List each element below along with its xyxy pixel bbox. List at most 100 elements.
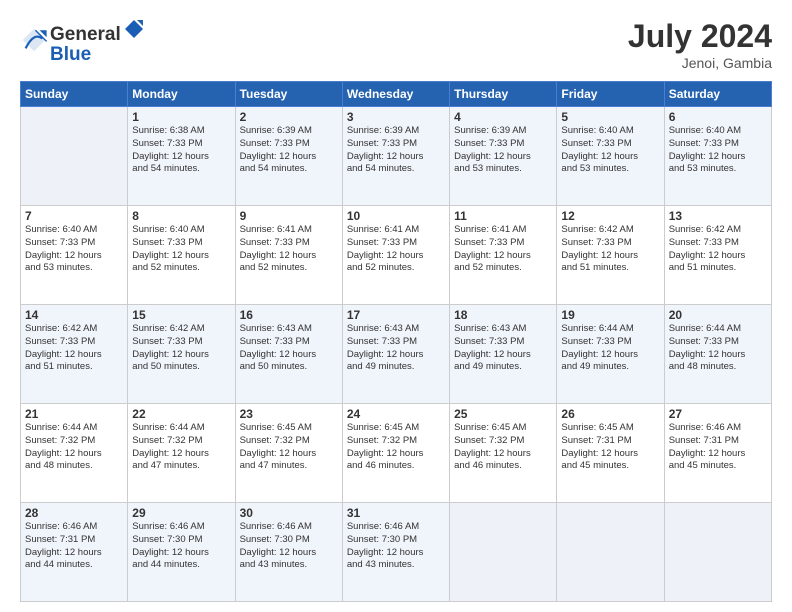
day-info: Sunrise: 6:40 AMSunset: 7:33 PMDaylight:… <box>25 224 123 275</box>
calendar-cell: 14Sunrise: 6:42 AMSunset: 7:33 PMDayligh… <box>21 305 128 404</box>
day-number: 13 <box>669 209 767 223</box>
weekday-monday: Monday <box>128 82 235 107</box>
month-year: July 2024 <box>628 18 772 55</box>
calendar-cell: 25Sunrise: 6:45 AMSunset: 7:32 PMDayligh… <box>450 404 557 503</box>
day-info: Sunrise: 6:41 AMSunset: 7:33 PMDaylight:… <box>240 224 338 275</box>
day-info: Sunrise: 6:43 AMSunset: 7:33 PMDaylight:… <box>347 323 445 374</box>
calendar-week-4: 21Sunrise: 6:44 AMSunset: 7:32 PMDayligh… <box>21 404 772 503</box>
day-info: Sunrise: 6:40 AMSunset: 7:33 PMDaylight:… <box>132 224 230 275</box>
day-number: 24 <box>347 407 445 421</box>
calendar-cell: 21Sunrise: 6:44 AMSunset: 7:32 PMDayligh… <box>21 404 128 503</box>
day-info: Sunrise: 6:44 AMSunset: 7:32 PMDaylight:… <box>25 422 123 473</box>
weekday-friday: Friday <box>557 82 664 107</box>
weekday-thursday: Thursday <box>450 82 557 107</box>
calendar-cell: 22Sunrise: 6:44 AMSunset: 7:32 PMDayligh… <box>128 404 235 503</box>
day-info: Sunrise: 6:45 AMSunset: 7:32 PMDaylight:… <box>347 422 445 473</box>
calendar-table: SundayMondayTuesdayWednesdayThursdayFrid… <box>20 81 772 602</box>
calendar-cell: 19Sunrise: 6:44 AMSunset: 7:33 PMDayligh… <box>557 305 664 404</box>
day-number: 15 <box>132 308 230 322</box>
day-info: Sunrise: 6:42 AMSunset: 7:33 PMDaylight:… <box>132 323 230 374</box>
calendar-cell: 27Sunrise: 6:46 AMSunset: 7:31 PMDayligh… <box>664 404 771 503</box>
day-number: 10 <box>347 209 445 223</box>
day-info: Sunrise: 6:44 AMSunset: 7:33 PMDaylight:… <box>669 323 767 374</box>
day-info: Sunrise: 6:44 AMSunset: 7:32 PMDaylight:… <box>132 422 230 473</box>
calendar-cell: 17Sunrise: 6:43 AMSunset: 7:33 PMDayligh… <box>342 305 449 404</box>
calendar-week-1: 1Sunrise: 6:38 AMSunset: 7:33 PMDaylight… <box>21 107 772 206</box>
calendar-cell: 24Sunrise: 6:45 AMSunset: 7:32 PMDayligh… <box>342 404 449 503</box>
logo-shape <box>123 18 145 40</box>
day-number: 30 <box>240 506 338 520</box>
day-number: 23 <box>240 407 338 421</box>
location: Jenoi, Gambia <box>628 55 772 71</box>
day-number: 21 <box>25 407 123 421</box>
day-number: 29 <box>132 506 230 520</box>
day-info: Sunrise: 6:46 AMSunset: 7:30 PMDaylight:… <box>240 521 338 572</box>
day-info: Sunrise: 6:41 AMSunset: 7:33 PMDaylight:… <box>454 224 552 275</box>
day-info: Sunrise: 6:45 AMSunset: 7:32 PMDaylight:… <box>454 422 552 473</box>
calendar-week-5: 28Sunrise: 6:46 AMSunset: 7:31 PMDayligh… <box>21 503 772 602</box>
day-info: Sunrise: 6:46 AMSunset: 7:31 PMDaylight:… <box>669 422 767 473</box>
day-number: 6 <box>669 110 767 124</box>
day-info: Sunrise: 6:40 AMSunset: 7:33 PMDaylight:… <box>669 125 767 176</box>
calendar-cell: 18Sunrise: 6:43 AMSunset: 7:33 PMDayligh… <box>450 305 557 404</box>
day-info: Sunrise: 6:39 AMSunset: 7:33 PMDaylight:… <box>240 125 338 176</box>
calendar-cell: 2Sunrise: 6:39 AMSunset: 7:33 PMDaylight… <box>235 107 342 206</box>
day-number: 31 <box>347 506 445 520</box>
calendar-cell: 26Sunrise: 6:45 AMSunset: 7:31 PMDayligh… <box>557 404 664 503</box>
day-number: 28 <box>25 506 123 520</box>
calendar-cell <box>557 503 664 602</box>
day-number: 22 <box>132 407 230 421</box>
calendar-cell: 30Sunrise: 6:46 AMSunset: 7:30 PMDayligh… <box>235 503 342 602</box>
day-number: 16 <box>240 308 338 322</box>
calendar-cell: 29Sunrise: 6:46 AMSunset: 7:30 PMDayligh… <box>128 503 235 602</box>
day-number: 14 <box>25 308 123 322</box>
calendar-cell: 16Sunrise: 6:43 AMSunset: 7:33 PMDayligh… <box>235 305 342 404</box>
weekday-tuesday: Tuesday <box>235 82 342 107</box>
day-number: 27 <box>669 407 767 421</box>
logo: General Blue <box>20 18 145 66</box>
calendar-cell: 4Sunrise: 6:39 AMSunset: 7:33 PMDaylight… <box>450 107 557 206</box>
day-number: 1 <box>132 110 230 124</box>
calendar-cell <box>664 503 771 602</box>
logo-general: General <box>50 24 121 46</box>
day-number: 18 <box>454 308 552 322</box>
day-number: 4 <box>454 110 552 124</box>
calendar-cell: 5Sunrise: 6:40 AMSunset: 7:33 PMDaylight… <box>557 107 664 206</box>
calendar-cell: 9Sunrise: 6:41 AMSunset: 7:33 PMDaylight… <box>235 206 342 305</box>
day-info: Sunrise: 6:38 AMSunset: 7:33 PMDaylight:… <box>132 125 230 176</box>
weekday-header-row: SundayMondayTuesdayWednesdayThursdayFrid… <box>21 82 772 107</box>
day-number: 20 <box>669 308 767 322</box>
calendar-cell: 31Sunrise: 6:46 AMSunset: 7:30 PMDayligh… <box>342 503 449 602</box>
day-number: 25 <box>454 407 552 421</box>
page: General Blue July 2024 Jenoi, Gambia Sun… <box>0 0 792 612</box>
logo-blue: Blue <box>50 44 145 66</box>
calendar-cell: 13Sunrise: 6:42 AMSunset: 7:33 PMDayligh… <box>664 206 771 305</box>
calendar-cell: 12Sunrise: 6:42 AMSunset: 7:33 PMDayligh… <box>557 206 664 305</box>
header: General Blue July 2024 Jenoi, Gambia <box>20 18 772 71</box>
calendar-week-2: 7Sunrise: 6:40 AMSunset: 7:33 PMDaylight… <box>21 206 772 305</box>
calendar-cell: 11Sunrise: 6:41 AMSunset: 7:33 PMDayligh… <box>450 206 557 305</box>
calendar-cell: 1Sunrise: 6:38 AMSunset: 7:33 PMDaylight… <box>128 107 235 206</box>
day-number: 7 <box>25 209 123 223</box>
day-number: 8 <box>132 209 230 223</box>
day-number: 5 <box>561 110 659 124</box>
calendar-cell: 28Sunrise: 6:46 AMSunset: 7:31 PMDayligh… <box>21 503 128 602</box>
day-info: Sunrise: 6:43 AMSunset: 7:33 PMDaylight:… <box>240 323 338 374</box>
calendar-week-3: 14Sunrise: 6:42 AMSunset: 7:33 PMDayligh… <box>21 305 772 404</box>
weekday-saturday: Saturday <box>664 82 771 107</box>
logo-icon <box>20 26 48 54</box>
day-info: Sunrise: 6:46 AMSunset: 7:30 PMDaylight:… <box>347 521 445 572</box>
calendar-cell: 23Sunrise: 6:45 AMSunset: 7:32 PMDayligh… <box>235 404 342 503</box>
title-block: July 2024 Jenoi, Gambia <box>628 18 772 71</box>
day-number: 2 <box>240 110 338 124</box>
day-info: Sunrise: 6:42 AMSunset: 7:33 PMDaylight:… <box>561 224 659 275</box>
day-info: Sunrise: 6:44 AMSunset: 7:33 PMDaylight:… <box>561 323 659 374</box>
day-info: Sunrise: 6:45 AMSunset: 7:32 PMDaylight:… <box>240 422 338 473</box>
day-number: 19 <box>561 308 659 322</box>
day-info: Sunrise: 6:40 AMSunset: 7:33 PMDaylight:… <box>561 125 659 176</box>
day-number: 3 <box>347 110 445 124</box>
day-info: Sunrise: 6:42 AMSunset: 7:33 PMDaylight:… <box>25 323 123 374</box>
day-info: Sunrise: 6:39 AMSunset: 7:33 PMDaylight:… <box>454 125 552 176</box>
day-number: 12 <box>561 209 659 223</box>
logo-text-block: General Blue <box>50 18 145 66</box>
